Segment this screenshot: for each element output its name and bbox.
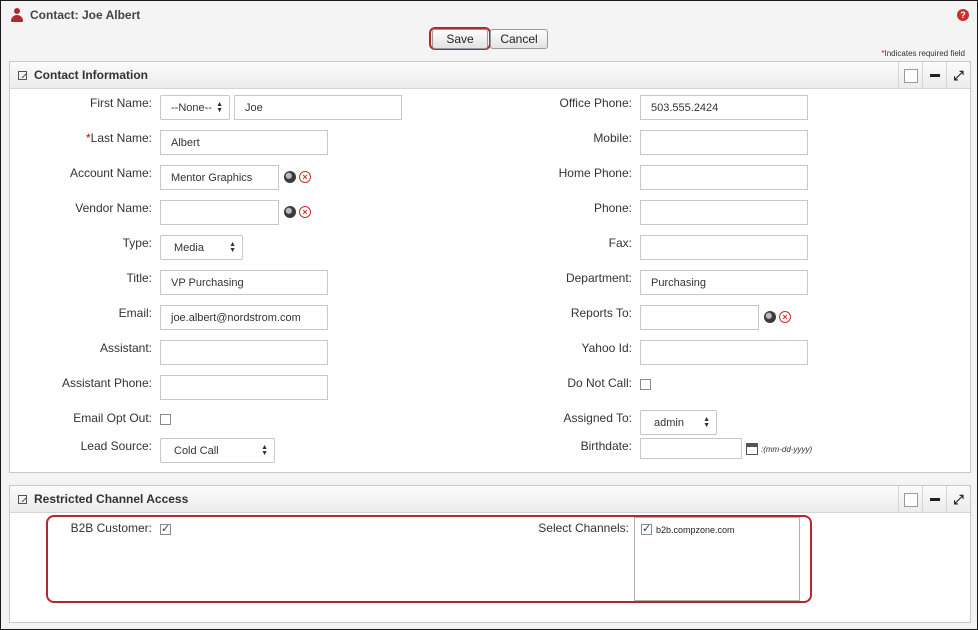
page-frame: Contact: Joe Albert ? Save Cancel *Indic… (0, 0, 978, 630)
reports-to-search-icon[interactable] (764, 311, 776, 323)
select-channels-label: Select Channels: (538, 521, 629, 535)
channel-option[interactable]: b2b.compzone.com (641, 522, 735, 535)
b2b-customer-label: B2B Customer: (70, 521, 152, 535)
office-phone-label: Office Phone: (559, 96, 633, 110)
save-button[interactable]: Save (432, 29, 488, 49)
account-clear-icon[interactable]: × (299, 171, 311, 183)
yahoo-id-input[interactable] (640, 340, 808, 365)
minimize-icon[interactable] (922, 62, 946, 89)
calendar-icon[interactable] (746, 443, 758, 455)
assistant-input[interactable] (160, 340, 328, 365)
fax-label: Fax: (608, 236, 632, 250)
lead-source-label: Lead Source: (80, 439, 152, 453)
home-phone-input[interactable] (640, 165, 808, 190)
contact-information-header: Contact Information ⤢ (10, 62, 970, 89)
vendor-clear-icon[interactable]: × (299, 206, 311, 218)
account-name-input[interactable]: Mentor Graphics (160, 165, 279, 190)
mobile-label: Mobile: (593, 131, 632, 145)
select-arrows-icon: ▲ ▼ (229, 241, 236, 254)
first-name-input[interactable]: Joe (234, 95, 402, 120)
do-not-call-checkbox[interactable] (640, 379, 651, 390)
assigned-to-label: Assigned To: (563, 411, 633, 425)
yahoo-id-label: Yahoo Id: (581, 341, 632, 355)
cancel-button[interactable]: Cancel (490, 29, 548, 49)
reports-to-clear-icon[interactable]: × (779, 311, 791, 323)
fax-input[interactable] (640, 235, 808, 260)
email-label: Email: (118, 306, 152, 320)
help-icon[interactable]: ? (957, 9, 969, 21)
panel-toggle-icon[interactable] (898, 486, 922, 513)
b2b-customer-checkbox[interactable] (160, 522, 171, 535)
first-name-label: First Name: (89, 96, 152, 110)
email-opt-out-label: Email Opt Out: (73, 411, 152, 425)
vendor-name-label: Vendor Name: (75, 201, 152, 215)
phone-label: Phone: (593, 201, 632, 215)
minimize-icon[interactable] (922, 486, 946, 513)
type-label: Type: (122, 236, 152, 250)
contact-information-panel: Contact Information ⤢ (9, 61, 971, 473)
expand-icon[interactable]: ⤢ (946, 486, 970, 513)
vendor-lookup-search-icon[interactable] (284, 206, 296, 218)
email-input[interactable]: joe.albert@nordstrom.com (160, 305, 328, 330)
panel-tools: ⤢ (898, 486, 970, 513)
assistant-phone-input[interactable] (160, 375, 328, 400)
mobile-input[interactable] (640, 130, 808, 155)
panel-toggle-icon[interactable] (898, 62, 922, 89)
department-input[interactable]: Purchasing (640, 270, 808, 295)
birthdate-input[interactable] (640, 438, 742, 459)
select-arrows-icon: ▲ ▼ (216, 101, 223, 114)
select-arrows-icon: ▲ ▼ (703, 416, 710, 429)
account-name-label: Account Name: (69, 166, 152, 180)
do-not-call-label: Do Not Call: (567, 376, 632, 390)
contact-information-title: Contact Information (34, 68, 148, 82)
page-header: Contact: Joe Albert (1, 1, 977, 29)
last-name-label: *Last Name: (85, 131, 152, 145)
lead-source-select[interactable]: Cold Call ▲ ▼ (160, 438, 275, 463)
restricted-channel-access-header: Restricted Channel Access ⤢ (10, 486, 970, 513)
reports-to-label: Reports To: (570, 306, 632, 320)
channel-option-checkbox[interactable] (641, 522, 652, 535)
reports-to-input[interactable] (640, 305, 759, 330)
salutation-select[interactable]: --None-- ▲ ▼ (160, 95, 230, 120)
title-label: Title: (126, 271, 152, 285)
panel-tools: ⤢ (898, 62, 970, 89)
assistant-phone-label: Assistant Phone: (61, 376, 152, 390)
assistant-label: Assistant: (99, 341, 152, 355)
edit-icon (18, 494, 27, 504)
restricted-channel-access-title: Restricted Channel Access (34, 492, 189, 506)
select-arrows-icon: ▲ ▼ (261, 444, 268, 457)
channel-option-label: b2b.compzone.com (656, 524, 735, 535)
assigned-to-select[interactable]: admin ▲ ▼ (640, 410, 717, 435)
account-lookup-search-icon[interactable] (284, 171, 296, 183)
last-name-input[interactable]: Albert (160, 130, 328, 155)
page-title: Contact: Joe Albert (30, 8, 141, 22)
edit-icon (18, 70, 27, 80)
home-phone-label: Home Phone: (558, 166, 632, 180)
channels-listbox[interactable]: b2b.compzone.com (634, 517, 800, 601)
office-phone-input[interactable]: 503.555.2424 (640, 95, 808, 120)
department-label: Department: (565, 271, 632, 285)
title-input[interactable]: VP Purchasing (160, 270, 328, 295)
required-field-note: *Indicates required field (881, 49, 965, 58)
expand-icon[interactable]: ⤢ (946, 62, 970, 89)
email-opt-out-checkbox[interactable] (160, 414, 171, 425)
birthdate-format-hint: :(mm-dd-yyyy) (761, 445, 813, 454)
type-select[interactable]: Media ▲ ▼ (160, 235, 243, 260)
phone-input[interactable] (640, 200, 808, 225)
vendor-name-input[interactable] (160, 200, 279, 225)
birthdate-label: Birthdate: (580, 439, 632, 453)
contact-person-icon (10, 8, 24, 22)
